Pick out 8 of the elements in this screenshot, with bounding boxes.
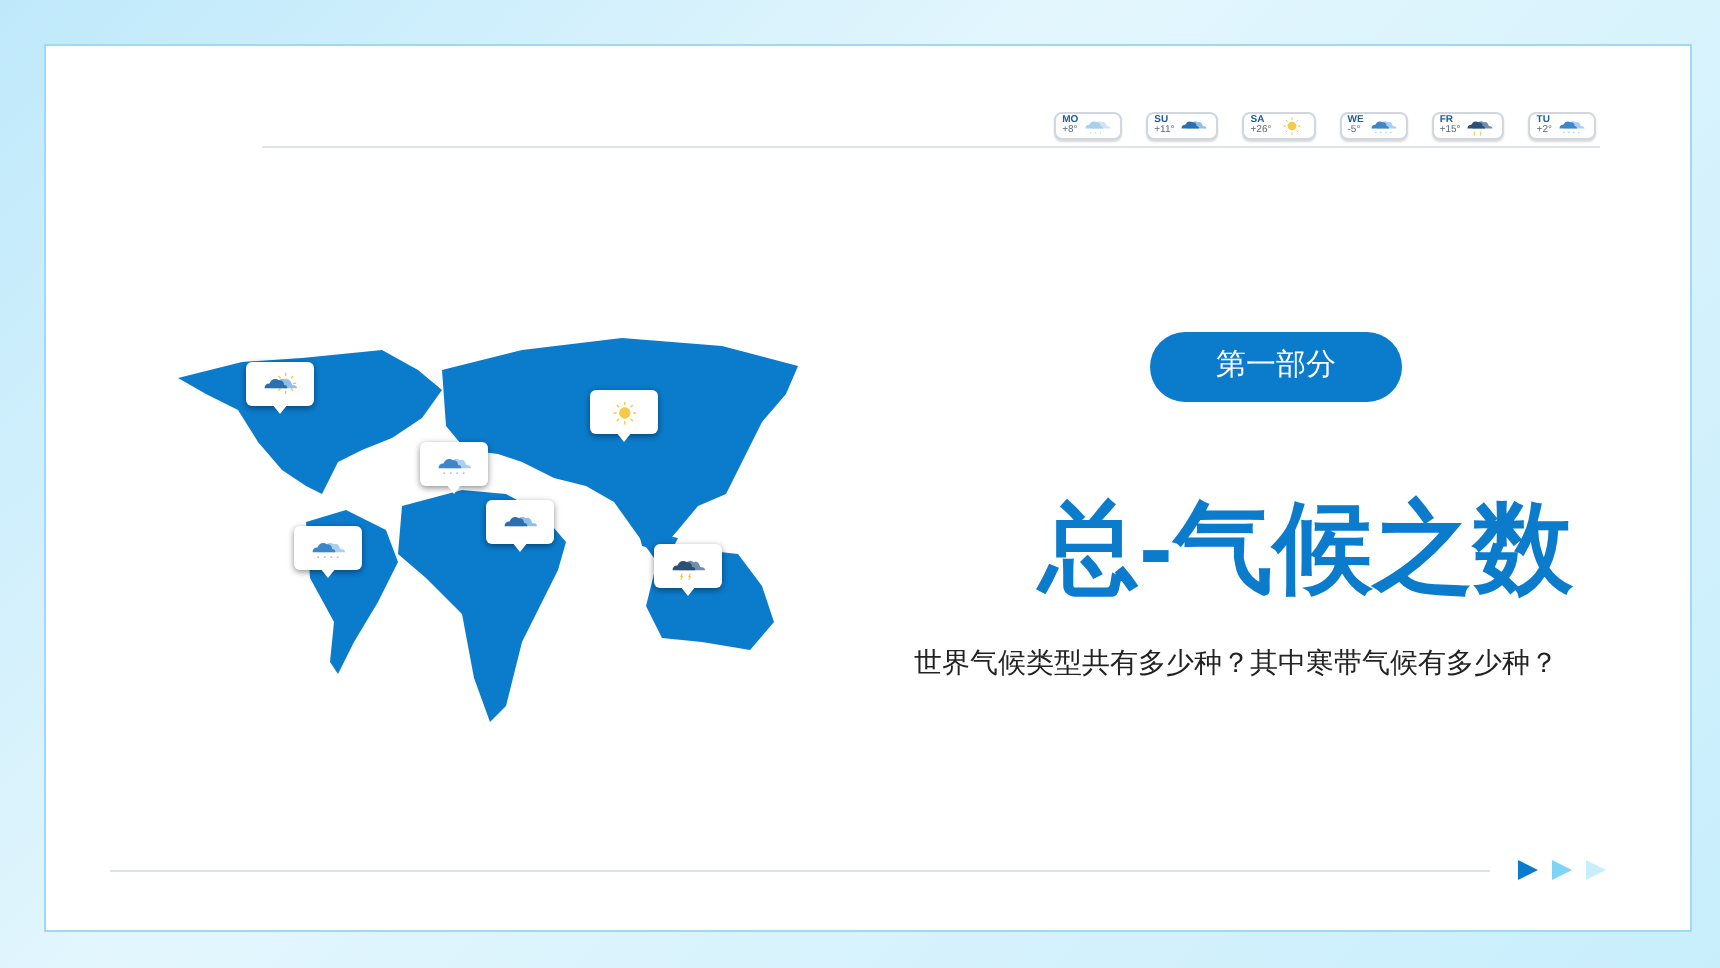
cloud-icon [1464,116,1497,136]
cloud-icon [1556,116,1588,136]
cloud-icon [259,371,301,397]
slide-title: 总-气候之数 [1039,498,1573,598]
cloud-icon [1367,116,1400,136]
arrows-icon [1518,858,1610,882]
slide-subtitle: 世界气候类型共有多少种？其中寒带气候有多少种？ [914,644,1558,682]
section-badge: 第一部分 [1150,332,1402,402]
